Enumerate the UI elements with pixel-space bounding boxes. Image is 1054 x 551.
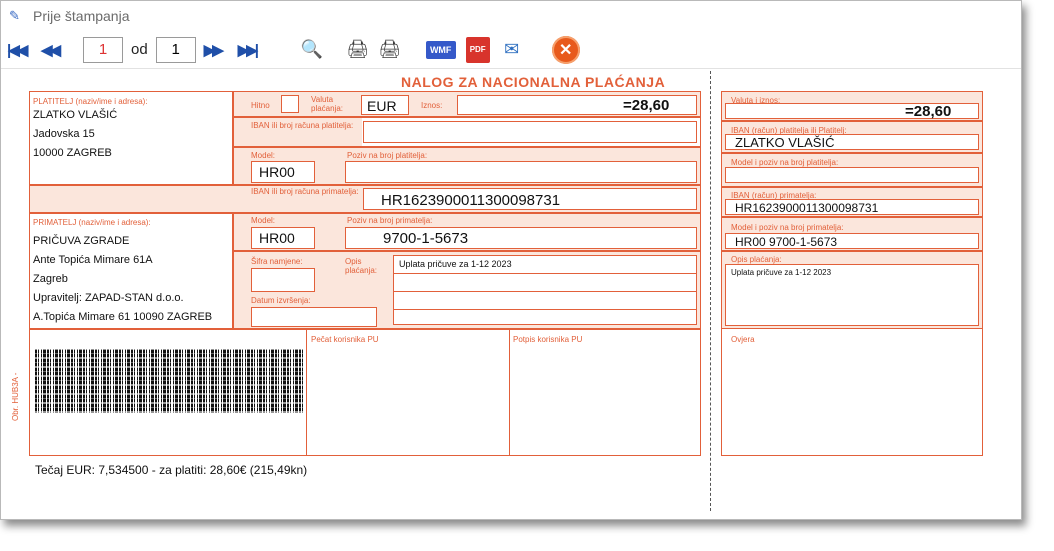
hitno-label: Hitno: [251, 101, 270, 110]
hitno-checkbox: [281, 95, 299, 113]
recipient-city: Zagreb: [33, 273, 68, 285]
last-page-icon[interactable]: ▶▶|: [238, 41, 264, 59]
payer-iban-box: [363, 121, 697, 143]
recipient-iban-label: IBAN ili broj računa primatelja:: [251, 187, 359, 196]
first-page-icon[interactable]: |◀◀: [7, 41, 33, 59]
slip-title: NALOG ZA NACIONALNA PLAĆANJA: [401, 74, 666, 90]
opis-value: Uplata pričuve za 1-12 2023: [399, 259, 512, 269]
print-icon[interactable]: 🖨: [344, 36, 372, 64]
payer-iban-label: IBAN ili broj računa platitelja:: [251, 121, 354, 130]
payer-label: PLATITELJ (naziv/ime i adresa):: [33, 97, 148, 106]
amount-label: Iznos:: [421, 101, 443, 110]
perforation-line: [710, 71, 711, 511]
current-page-input[interactable]: 1: [83, 36, 123, 63]
receipt-amount-value: =28,60: [905, 103, 952, 120]
recipient-manager: Upravitelj: ZAPAD-STAN d.o.o.: [33, 292, 184, 304]
opis-label: Opis plaćanja:: [345, 257, 378, 275]
recipient-model-label: Model:: [251, 216, 276, 225]
export-wmf-icon[interactable]: WMF: [425, 40, 456, 59]
recipient-model-value: HR00: [259, 230, 295, 246]
email-icon[interactable]: ✉: [498, 36, 526, 64]
recipient-ref-label: Poziv na broj primatelja:: [347, 216, 433, 225]
datum-label: Datum izvršenja:: [251, 296, 311, 305]
receipt-ovjera-label: Ovjera: [731, 335, 755, 344]
datum-box: [251, 307, 377, 327]
app-icon: ✎: [9, 8, 20, 23]
total-pages-field: 1: [155, 36, 196, 63]
form-code-label: Obr. HUB3A -: [11, 372, 20, 421]
potpis-divider: [509, 329, 510, 456]
payer-ref-box: [345, 161, 697, 183]
toolbar: |◀◀ ◀◀ 1 od 1 ▶▶ ▶▶| 🔍 🖨 🖨 WMF PDF ✉ ✕: [1, 31, 1021, 69]
currency-label: Valuta plaćanja:: [311, 95, 344, 113]
pecat-label: Pečat korisnika PU: [311, 335, 379, 344]
payer-model-label: Model:: [251, 151, 276, 160]
amount-value: =28,60: [623, 97, 670, 114]
bottom-divider: [29, 329, 701, 330]
currency-value: EUR: [367, 98, 397, 114]
print-preview-window: ✎ Prije štampanja |◀◀ ◀◀ 1 od 1 ▶▶ ▶▶| 🔍…: [0, 0, 1022, 520]
receipt-recipient-ref-label: Model i poziv na broj primatelja:: [731, 223, 844, 232]
print-setup-icon[interactable]: 🖨: [376, 36, 404, 64]
of-label: od: [131, 41, 148, 58]
recipient-label: PRIMATELJ (naziv/ime i adresa):: [33, 218, 151, 227]
opis-line-2: [393, 291, 697, 292]
barcode-image: [35, 349, 303, 413]
sifra-label: Šifra namjene:: [251, 257, 303, 266]
receipt-recipient-iban-value: HR1623900011300098731: [735, 201, 879, 215]
payer-ref-label: Poziv na broj platitelja:: [347, 151, 428, 160]
receipt-payer-ref-label: Model i poziv na broj platitelja:: [731, 158, 839, 167]
receipt-payer-ref-box: [725, 167, 979, 183]
pecat-divider: [306, 329, 307, 456]
next-page-icon[interactable]: ▶▶: [204, 41, 230, 59]
recipient-manager-address: A.Topića Mimare 61 10090 ZAGREB: [33, 311, 213, 323]
exchange-rate-note: Tečaj EUR: 7,534500 - za platiti: 28,60€…: [35, 463, 308, 477]
recipient-name: PRIČUVA ZGRADE: [33, 235, 130, 247]
previous-page-icon[interactable]: ◀◀: [41, 41, 67, 59]
potpis-label: Potpis korisnika PU: [513, 335, 583, 344]
zoom-icon[interactable]: 🔍: [298, 36, 326, 64]
receipt-recipient-ref-value: HR00 9700-1-5673: [735, 235, 838, 249]
recipient-ref-value: 9700-1-5673: [383, 230, 469, 247]
title-bar: ✎ Prije štampanja: [1, 1, 1021, 31]
opis-line-3: [393, 309, 697, 310]
close-icon[interactable]: ✕: [551, 35, 580, 64]
payer-address: Jadovska 15: [33, 128, 95, 140]
payer-name: ZLATKO VLAŠIĆ: [33, 109, 118, 121]
sifra-box: [251, 268, 315, 292]
payer-city: 10000 ZAGREB: [33, 147, 112, 159]
receipt-payer-name: ZLATKO VLAŠIĆ: [735, 135, 835, 150]
export-pdf-icon[interactable]: PDF: [465, 36, 490, 63]
payment-slip: NALOG ZA NACIONALNA PLAĆANJA PLATITELJ (…: [1, 71, 1021, 519]
recipient-iban-value: HR1623900011300098731: [381, 192, 561, 209]
receipt-opis-label: Opis plaćanja:: [731, 255, 782, 264]
payer-model-value: HR00: [259, 164, 295, 180]
receipt-opis-value: Uplata pričuve za 1-12 2023: [731, 268, 832, 277]
opis-line-1: [393, 273, 697, 274]
window-title: Prije štampanja: [33, 8, 130, 24]
recipient-address: Ante Topića Mimare 61A: [33, 254, 153, 266]
